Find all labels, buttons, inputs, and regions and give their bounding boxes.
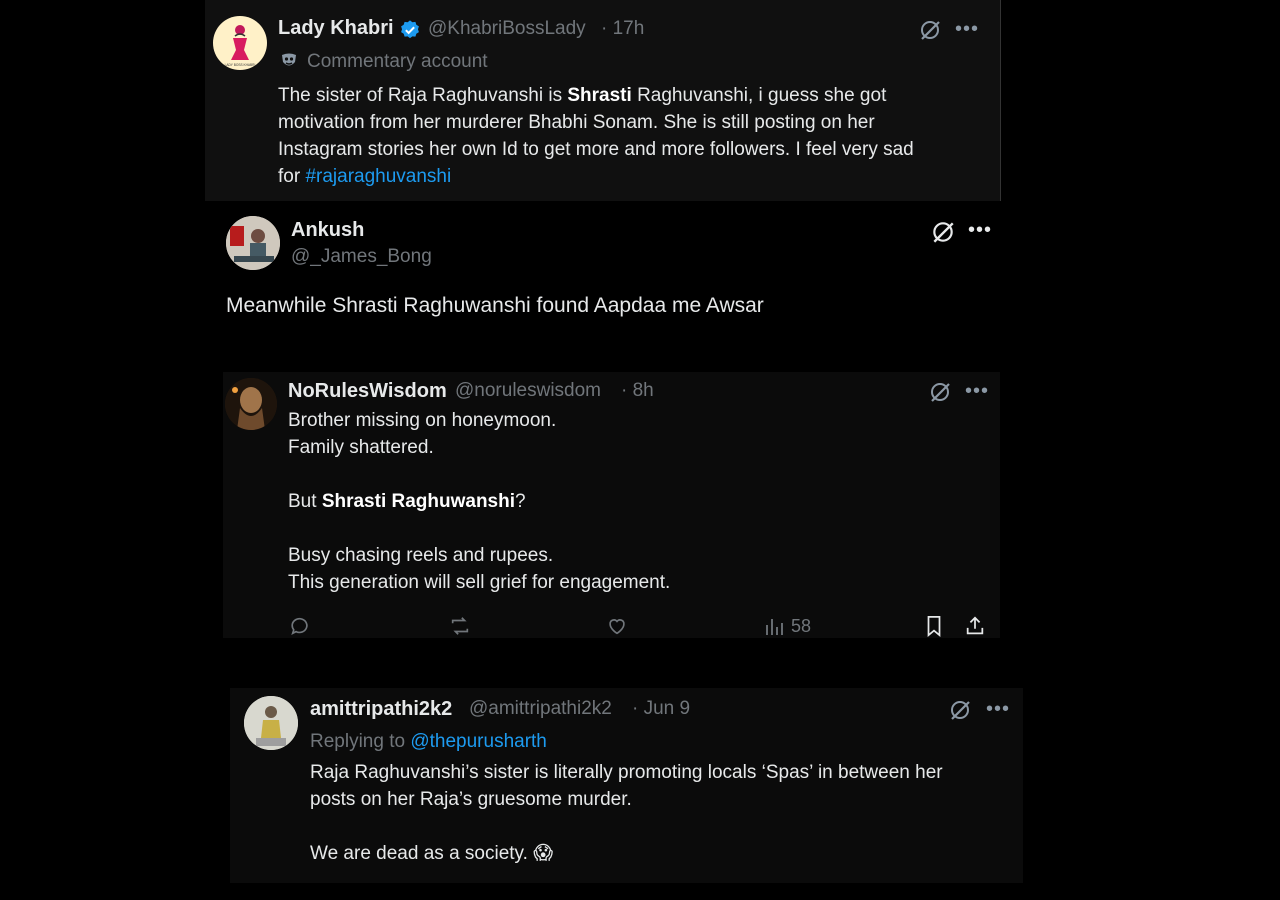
grok-icon[interactable] bbox=[948, 698, 972, 722]
avatar[interactable] bbox=[244, 696, 298, 750]
bookmark-icon bbox=[927, 615, 941, 637]
more-options-icon[interactable]: ••• bbox=[965, 381, 989, 401]
avatar[interactable] bbox=[226, 216, 280, 270]
mask-icon bbox=[279, 51, 299, 71]
replying-to: Replying to @thepurusharth bbox=[310, 731, 547, 753]
author-handle[interactable]: @amittripathi2k2 bbox=[469, 698, 612, 720]
svg-text:LADY BOSS KHABRI: LADY BOSS KHABRI bbox=[225, 63, 256, 67]
tweet-card-amittripathi2k2[interactable]: amittripathi2k2 @amittripathi2k2 · Jun 9… bbox=[230, 688, 1023, 883]
views-chart-icon bbox=[766, 619, 783, 635]
tweet-text: Raja Raghuvanshi’s sister is literally p… bbox=[310, 762, 943, 864]
verified-badge-icon bbox=[399, 19, 421, 41]
tweet-text: Meanwhile Shrasti Raghuwanshi found Aapd… bbox=[226, 294, 764, 317]
views-count: 58 bbox=[791, 615, 812, 636]
author-name[interactable]: NoRulesWisdom bbox=[288, 380, 447, 403]
lady-boss-logo-icon: LADY BOSS KHABRI bbox=[225, 25, 256, 67]
author-name[interactable]: amittripathi2k2 bbox=[310, 698, 452, 721]
heart-icon bbox=[609, 619, 625, 635]
author-handle[interactable]: @KhabriBossLady bbox=[428, 18, 586, 40]
tweet-text: Brother missing on honeymoon. Family sha… bbox=[288, 407, 968, 596]
more-options-icon[interactable]: ••• bbox=[968, 220, 992, 240]
hashtag-link[interactable]: #rajaraghuvanshi bbox=[305, 166, 451, 187]
author-name[interactable]: Ankush bbox=[291, 219, 364, 242]
bookmark-button[interactable] bbox=[924, 615, 944, 637]
profile-photo-icon bbox=[226, 216, 280, 270]
more-options-icon[interactable]: ••• bbox=[955, 19, 979, 39]
timestamp[interactable]: · Jun 9 bbox=[632, 698, 690, 720]
tweet-card-ankush[interactable]: Ankush @_James_Bong ••• Meanwhile Shrast… bbox=[205, 201, 1000, 361]
tweet-text-bold: Shrasti bbox=[567, 85, 632, 106]
avatar[interactable] bbox=[225, 378, 277, 430]
reply-button[interactable] bbox=[289, 615, 311, 637]
repost-icon bbox=[451, 617, 469, 635]
like-button[interactable] bbox=[606, 615, 628, 637]
tweet-text-bold: Shrasti Raghuwanshi bbox=[321, 491, 516, 512]
avatar[interactable]: LADY BOSS KHABRI bbox=[213, 16, 267, 70]
grok-icon[interactable] bbox=[930, 219, 956, 245]
timestamp[interactable]: · 8h bbox=[621, 380, 654, 402]
statue-avatar-icon bbox=[225, 378, 277, 430]
replying-to-label: Replying to bbox=[310, 731, 411, 752]
account-label: Commentary account bbox=[307, 51, 488, 72]
more-options-icon[interactable]: ••• bbox=[986, 699, 1010, 719]
repost-button[interactable] bbox=[448, 615, 472, 637]
share-button[interactable] bbox=[964, 615, 986, 637]
tweet-text: The sister of Raja Raghuvanshi is Shrast… bbox=[278, 82, 988, 190]
reply-icon bbox=[291, 617, 308, 635]
views-button[interactable]: 58 bbox=[765, 615, 811, 637]
tweet-card-noruleswisdom[interactable]: NoRulesWisdom @noruleswisdom · 8h ••• Br… bbox=[223, 372, 1000, 638]
author-handle[interactable]: @_James_Bong bbox=[291, 246, 432, 268]
grok-icon[interactable] bbox=[928, 380, 952, 404]
tweet-text-segment: The sister of Raja Raghuvanshi is bbox=[278, 85, 568, 106]
profile-photo-icon bbox=[244, 696, 298, 750]
replying-to-link[interactable]: @thepurusharth bbox=[410, 731, 547, 752]
share-icon bbox=[966, 616, 984, 635]
timestamp[interactable]: · 17h bbox=[601, 18, 644, 40]
tweet-card-lady-khabri[interactable]: LADY BOSS KHABRI Lady Khabri @KhabriBoss… bbox=[205, 0, 1001, 201]
grok-icon[interactable] bbox=[918, 18, 942, 42]
author-name[interactable]: Lady Khabri bbox=[278, 17, 394, 40]
author-handle[interactable]: @noruleswisdom bbox=[455, 380, 601, 402]
